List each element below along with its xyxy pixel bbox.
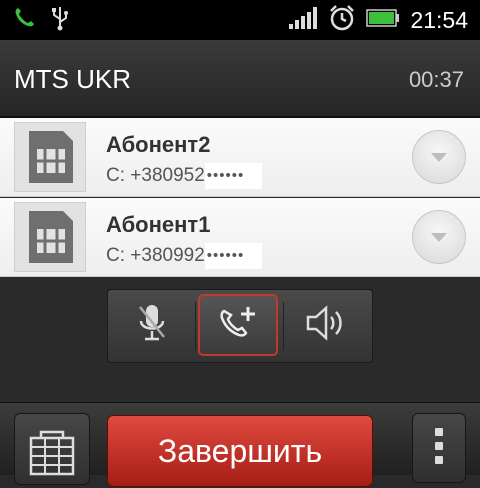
end-call-button[interactable]: Завершить [107, 415, 373, 487]
menu-button[interactable] [412, 413, 466, 483]
more-options-icon [435, 428, 443, 464]
expand-call-button[interactable] [412, 210, 466, 264]
caller-name: Абонент2 [106, 132, 211, 157]
sim-card-icon [14, 202, 86, 272]
divider [283, 302, 284, 350]
status-time: 21:54 [410, 6, 468, 33]
alarm-clock-icon [328, 4, 356, 36]
status-bar: 21:54 [0, 0, 480, 40]
mute-button[interactable] [112, 294, 192, 356]
expand-call-button[interactable] [412, 130, 466, 184]
call-row-1[interactable]: Абонент2 С: +380952 •••••• [0, 118, 480, 197]
speaker-icon [304, 304, 348, 346]
carrier-name: MTS UKR [14, 64, 131, 94]
caller-number: С: +380952 •••••• [106, 163, 263, 189]
dialpad-button[interactable] [14, 413, 90, 485]
masked-number: •••••• [204, 243, 263, 269]
sim-card-icon [14, 122, 86, 192]
add-call-button[interactable] [198, 294, 278, 356]
call-row-2[interactable]: Абонент1 С: +380992 •••••• [0, 198, 480, 277]
bottom-bar: Завершить [0, 402, 480, 487]
caller-number: С: +380992 •••••• [106, 243, 263, 269]
end-call-label: Завершить [157, 432, 323, 469]
usb-icon [50, 5, 70, 35]
speaker-button[interactable] [286, 294, 366, 356]
signal-icon [288, 6, 318, 34]
caller-number-prefix: С: +380952 [106, 165, 205, 186]
divider [195, 302, 196, 350]
add-call-icon [216, 303, 260, 347]
call-header: MTS UKR 00:37 [0, 40, 480, 118]
call-controls [107, 289, 373, 363]
microphone-mute-icon [132, 301, 172, 349]
battery-icon [366, 8, 400, 32]
masked-number: •••••• [204, 163, 263, 189]
dialpad-icon [15, 430, 89, 488]
phone-call-icon [12, 6, 36, 34]
call-timer: 00:37 [408, 67, 464, 92]
caller-name: Абонент1 [106, 212, 211, 237]
caller-number-prefix: С: +380992 [106, 245, 205, 266]
